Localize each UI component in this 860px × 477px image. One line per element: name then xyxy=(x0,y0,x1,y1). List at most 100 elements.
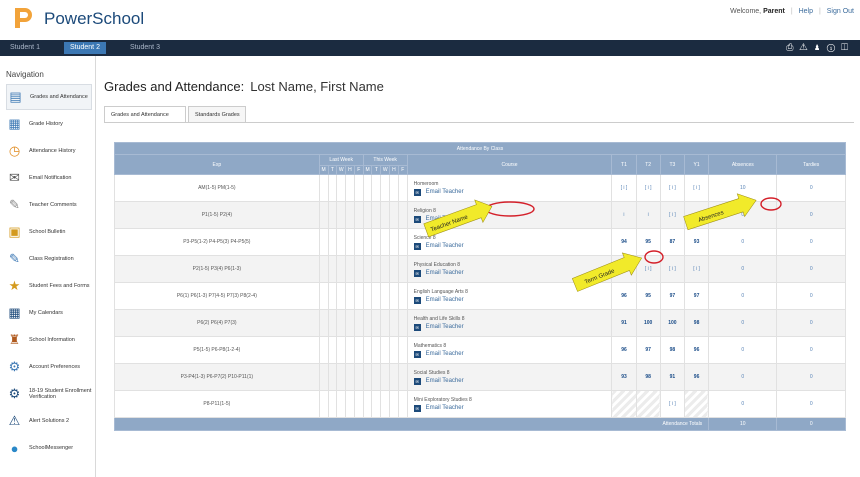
grade-t1[interactable]: 94 xyxy=(611,228,637,256)
grade-t3[interactable]: [ i ] xyxy=(659,255,685,283)
absences-cell[interactable]: 0 xyxy=(708,255,778,283)
sidebar-item-comments[interactable]: ✎ Teacher Comments xyxy=(6,192,92,218)
tardies-cell[interactable]: 0 xyxy=(776,282,846,310)
email-teacher[interactable]: ✉ Email Teacher xyxy=(413,350,612,358)
email-teacher[interactable]: ✉ Email Teacher xyxy=(413,323,612,331)
grade-y1[interactable]: 96 xyxy=(683,336,710,364)
email-teacher-link[interactable]: Email Teacher xyxy=(426,189,464,195)
day-cell xyxy=(345,201,355,229)
grade-t1[interactable]: [ i ] xyxy=(611,174,637,202)
email-teacher[interactable]: ✉ Email Teacher xyxy=(413,188,612,196)
mobile-icon[interactable]: ◫ xyxy=(841,42,854,52)
sidebar-item-enrollment[interactable]: ⚙ 18-19 Student Enrollment Verification xyxy=(6,381,92,407)
print-icon[interactable]: ⎙ xyxy=(786,42,799,52)
email-teacher-link[interactable]: Email Teacher xyxy=(426,405,464,411)
day-cell xyxy=(353,228,364,256)
grade-t3[interactable]: 98 xyxy=(659,336,685,364)
email-teacher[interactable]: ✉ Email Teacher xyxy=(413,377,612,385)
sidebar-item-attendance-history[interactable]: ◷ Attendance History xyxy=(6,138,92,164)
grade-t3[interactable]: 87 xyxy=(659,228,685,256)
grade-y1[interactable]: i xyxy=(683,201,710,229)
tardies-cell[interactable]: 0 xyxy=(776,228,846,256)
email-teacher-link[interactable]: Email Teacher xyxy=(426,270,464,276)
grade-y1[interactable]: 97 xyxy=(683,282,710,310)
student-tab-1[interactable]: Student 1 xyxy=(4,42,46,54)
person-icon[interactable]: ♟ xyxy=(814,42,827,52)
email-teacher-link[interactable]: Email Teacher xyxy=(426,378,464,384)
sidebar-item-calendar[interactable]: ▦ My Calendars xyxy=(6,300,92,326)
grade-t2[interactable]: [ i ] xyxy=(635,255,661,283)
grade-t3[interactable]: [ i ] xyxy=(659,174,685,202)
grade-t3[interactable]: [ i ] xyxy=(659,201,685,229)
grade-t1[interactable]: 96 xyxy=(611,336,637,364)
signout-link[interactable]: Sign Out xyxy=(827,8,854,15)
email-teacher-link[interactable]: Email Teacher xyxy=(426,243,464,249)
grade-t1[interactable]: i xyxy=(611,201,637,229)
email-teacher-link[interactable]: Email Teacher xyxy=(426,351,464,357)
grade-y1[interactable]: 96 xyxy=(683,363,710,391)
sidebar-item-alert[interactable]: ⚠ Alert Solutions 2 xyxy=(6,408,92,434)
email-teacher-link[interactable]: Email Teacher xyxy=(426,216,464,222)
sidebar-item-preferences[interactable]: ⚙ Account Preferences xyxy=(6,354,92,380)
grade-t2[interactable]: 98 xyxy=(635,363,661,391)
grade-t1[interactable]: 96 xyxy=(611,282,637,310)
grade-y1[interactable]: [ i ] xyxy=(683,174,710,202)
grade-t1[interactable]: 93 xyxy=(611,363,637,391)
grade-t2[interactable]: 95 xyxy=(635,228,661,256)
grade-t2[interactable]: 95 xyxy=(635,282,661,310)
email-teacher-link[interactable]: Email Teacher xyxy=(426,324,464,330)
absences-cell[interactable]: 0 xyxy=(708,282,778,310)
totals-absences: 10 xyxy=(708,417,778,431)
sidebar-item-registration[interactable]: ✎ Class Registration xyxy=(6,246,92,272)
absences-cell[interactable]: 0 xyxy=(708,336,778,364)
email-teacher[interactable]: ✉ Email Teacher xyxy=(413,215,612,223)
grade-t3[interactable]: [ i ] xyxy=(659,390,685,418)
absences-cell[interactable]: 0 xyxy=(708,309,778,337)
email-teacher[interactable]: ✉ Email Teacher xyxy=(413,404,612,412)
grade-t3[interactable]: 100 xyxy=(659,309,685,337)
grade-t2[interactable]: [ i ] xyxy=(635,174,661,202)
absences-cell[interactable]: 0 xyxy=(708,390,778,418)
grade-t3[interactable]: 91 xyxy=(659,363,685,391)
sidebar-item-bulletin[interactable]: ▣ School Bulletin xyxy=(6,219,92,245)
tardies-cell[interactable]: 0 xyxy=(776,309,846,337)
tardies-cell[interactable]: 0 xyxy=(776,336,846,364)
grade-t2[interactable]: i xyxy=(635,201,661,229)
tab-standards-grades[interactable]: Standards Grades xyxy=(188,106,246,122)
email-teacher-link[interactable]: Email Teacher xyxy=(426,297,464,303)
sidebar-item-grade-history[interactable]: ▦ Grade History xyxy=(6,111,92,137)
grade-t2[interactable]: 100 xyxy=(635,309,661,337)
student-tab-2[interactable]: Student 2 xyxy=(64,42,106,54)
tardies-cell[interactable]: 0 xyxy=(776,174,846,202)
sidebar-item-email[interactable]: ✉ Email Notification xyxy=(6,165,92,191)
sidebar-item-label: SchoolMessenger xyxy=(29,444,74,451)
grade-t1[interactable]: [ i ] xyxy=(611,255,637,283)
sidebar-item-fees[interactable]: ★ Student Fees and Forms xyxy=(6,273,92,299)
sidebar-item-messenger[interactable]: ● SchoolMessenger xyxy=(6,435,92,461)
email-teacher[interactable]: ✉ Email Teacher xyxy=(413,269,612,277)
alert-icon[interactable]: ⚠ xyxy=(799,42,813,52)
absences-cell[interactable]: 10 xyxy=(708,174,778,202)
help-link[interactable]: Help xyxy=(799,8,813,15)
grade-t3[interactable]: 97 xyxy=(659,282,685,310)
grade-t2[interactable]: 97 xyxy=(635,336,661,364)
tardies-cell[interactable]: 0 xyxy=(776,255,846,283)
grade-y1[interactable]: [ i ] xyxy=(683,255,710,283)
absences-cell[interactable]: 0 xyxy=(708,201,778,229)
student-tab-3[interactable]: Student 3 xyxy=(124,42,166,54)
email-teacher[interactable]: ✉ Email Teacher xyxy=(413,296,612,304)
tardies-cell[interactable]: 0 xyxy=(776,390,846,418)
day-cell xyxy=(371,363,382,391)
tardies-cell[interactable]: 0 xyxy=(776,201,846,229)
tardies-cell[interactable]: 0 xyxy=(776,363,846,391)
sidebar-item-school[interactable]: ♜ School Information xyxy=(6,327,92,353)
info-icon[interactable]: ⓘ xyxy=(827,42,841,52)
grade-y1[interactable]: 93 xyxy=(683,228,710,256)
email-teacher[interactable]: ✉ Email Teacher xyxy=(413,242,612,250)
tab-grades-attendance[interactable]: Grades and Attendance xyxy=(104,106,186,122)
grade-y1[interactable]: 98 xyxy=(683,309,710,337)
grade-t1[interactable]: 91 xyxy=(611,309,637,337)
absences-cell[interactable]: 0 xyxy=(708,363,778,391)
sidebar-item-grades[interactable]: ▤ Grades and Attendance xyxy=(6,84,92,110)
absences-cell[interactable]: 0 xyxy=(708,228,778,256)
